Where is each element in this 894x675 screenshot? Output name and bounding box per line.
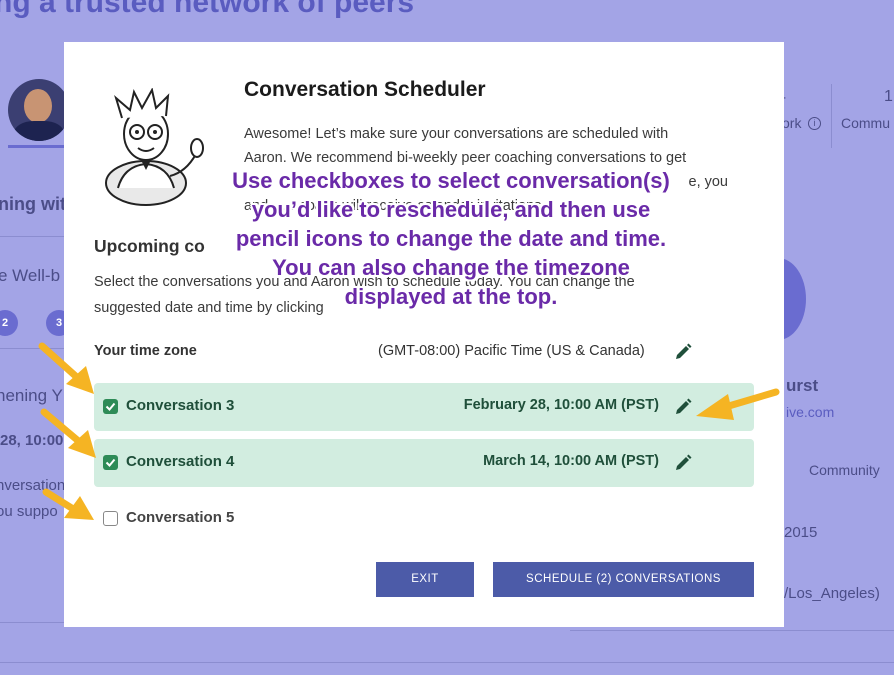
arrow-icon xyxy=(42,488,94,520)
profile-name: urst xyxy=(786,376,819,395)
conversation-name: Conversation 3 xyxy=(126,397,235,414)
arrow-icon xyxy=(696,388,780,420)
conversation-date: February 28, 10:00 AM (PST) xyxy=(463,397,659,413)
annotation-line-4: You can also change the timezone xyxy=(272,255,630,280)
modal-title: Conversation Scheduler xyxy=(244,78,486,101)
check-icon xyxy=(105,402,116,411)
pencil-icon[interactable] xyxy=(674,343,692,361)
info-icon[interactable]: i xyxy=(808,117,821,130)
schedule-button[interactable]: SCHEDULE (2) CONVERSATIONS xyxy=(493,562,754,597)
conversation-checkbox[interactable] xyxy=(103,455,118,470)
avatar[interactable] xyxy=(8,79,70,141)
scheduler-modal: Conversation Scheduler Awesome! Let’s ma… xyxy=(64,42,784,627)
avatar-tab-indicator xyxy=(8,145,72,148)
tab-community[interactable]: Community xyxy=(809,462,880,478)
stat-number-2: 1 xyxy=(884,88,893,105)
conversation-checkbox[interactable] xyxy=(103,399,118,414)
annotation-line-1: Use checkboxes to select conversation(s) xyxy=(232,168,670,193)
mascot-illustration xyxy=(105,88,204,206)
arrow-icon xyxy=(40,408,96,458)
profile-timezone: /Los_Angeles) xyxy=(784,585,880,602)
conversation-row[interactable]: Conversation 4 March 14, 10:00 AM (PST) xyxy=(94,439,754,487)
profile-year: 2015 xyxy=(784,524,818,541)
avatar-face xyxy=(24,89,52,123)
page-title: ng a trusted network of peers xyxy=(0,0,415,19)
divider xyxy=(0,662,894,663)
stat-label-1: ork xyxy=(782,115,802,131)
exit-button[interactable]: EXIT xyxy=(376,562,474,597)
conversation-name: Conversation 5 xyxy=(126,509,235,526)
conversation-row[interactable]: Conversation 5 xyxy=(94,495,754,543)
stat-label-2: Commu xyxy=(841,115,891,131)
divider xyxy=(570,630,894,631)
avatar-body xyxy=(14,121,64,141)
timezone-value: (GMT-08:00) Pacific Time (US & Canada) xyxy=(378,343,645,359)
step-pill-2[interactable]: 2 xyxy=(0,310,18,336)
conversation-name: Conversation 4 xyxy=(126,453,235,470)
intro-line-1: Awesome! Let’s make sure your conversati… xyxy=(244,126,669,142)
annotation-line-2: you’d like to reschedule, and then use xyxy=(251,197,651,222)
check-icon xyxy=(105,458,116,467)
left-subheading: e Well-b xyxy=(0,266,61,285)
stat-divider xyxy=(831,84,832,148)
section-title: Upcoming co xyxy=(94,236,205,256)
tutorial-annotation: Use checkboxes to select conversation(s)… xyxy=(196,166,706,311)
conversation-date: March 14, 10:00 AM (PST) xyxy=(483,453,659,469)
annotation-line-3: pencil icons to change the date and time… xyxy=(235,226,667,251)
pencil-icon[interactable] xyxy=(674,398,692,416)
divider xyxy=(0,236,64,237)
conversation-row[interactable]: Conversation 3 February 28, 10:00 AM (PS… xyxy=(94,383,754,431)
arrow-icon xyxy=(38,342,94,394)
timezone-label: Your time zone xyxy=(94,343,197,359)
pencil-icon[interactable] xyxy=(674,454,692,472)
profile-email[interactable]: ive.com xyxy=(786,404,834,420)
annotation-line-5: displayed at the top. xyxy=(344,284,558,309)
conversation-checkbox[interactable] xyxy=(103,511,118,526)
left-heading: ning wit xyxy=(0,194,66,214)
